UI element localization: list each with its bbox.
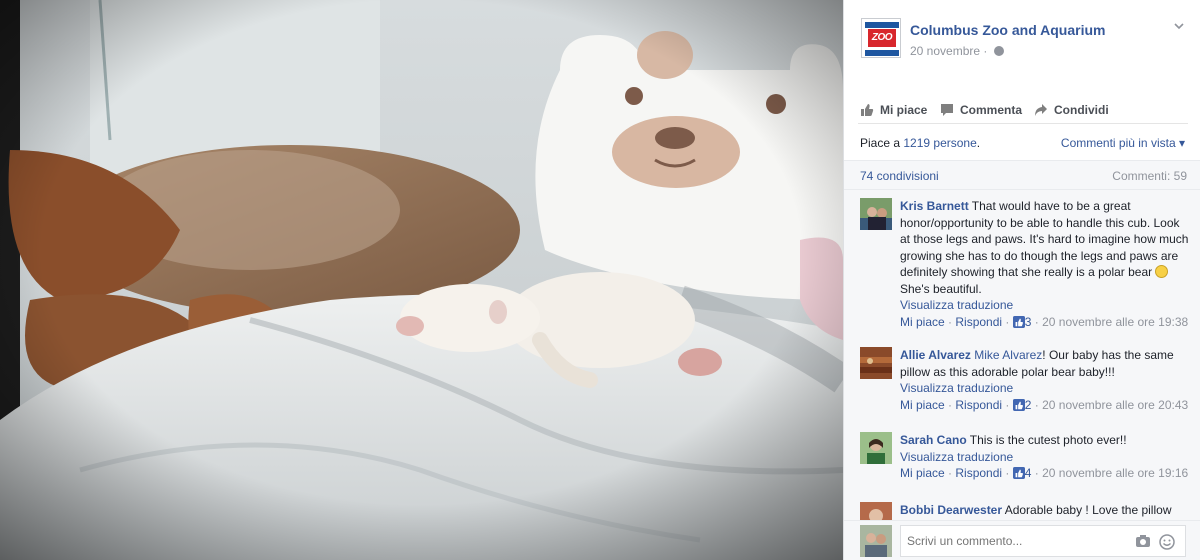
comment-author-link[interactable]: Kris Barnett bbox=[900, 199, 969, 213]
comments-count: Commenti: 59 bbox=[1112, 169, 1187, 183]
page-avatar[interactable]: ZOO bbox=[861, 18, 901, 58]
share-button[interactable]: Condividi bbox=[1034, 103, 1109, 117]
comment-reply-link[interactable]: Rispondi bbox=[955, 315, 1002, 329]
post-photo[interactable] bbox=[0, 0, 843, 560]
sticker-icon[interactable] bbox=[1159, 534, 1175, 553]
smiley-icon bbox=[1155, 265, 1169, 278]
see-translation-link[interactable]: Visualizza traduzione bbox=[900, 380, 1190, 397]
thumbs-up-icon bbox=[861, 104, 874, 116]
globe-icon bbox=[993, 46, 1004, 56]
comment-text-end: She's beautiful. bbox=[900, 281, 982, 296]
post-timestamp[interactable]: 20 novembre · bbox=[910, 44, 1004, 58]
post-actions-bar: Mi piace Commenta Condividi bbox=[858, 100, 1188, 124]
comment-input[interactable] bbox=[901, 526, 1131, 556]
polar-bear-cub-photo bbox=[0, 0, 843, 560]
comment-author-link[interactable]: Sarah Cano bbox=[900, 433, 967, 447]
comment-like-count[interactable]: 3 bbox=[1025, 315, 1032, 329]
comment-author-link[interactable]: Allie Alvarez bbox=[900, 348, 971, 362]
like-button[interactable]: Mi piace bbox=[860, 103, 927, 117]
current-user-avatar bbox=[860, 525, 892, 557]
comment-time[interactable]: 20 novembre alle ore 20:43 bbox=[1042, 398, 1188, 412]
logo-stripe-bottom bbox=[865, 50, 899, 56]
commenter-avatar[interactable] bbox=[860, 502, 892, 520]
likes-suffix: . bbox=[976, 136, 981, 150]
comments-list[interactable]: Kris Barnett That would have to be a gre… bbox=[844, 190, 1200, 520]
comment-meta: Mi piace · Rispondi · 3 · 20 novembre al… bbox=[900, 314, 1189, 329]
zoo-logo: ZOO bbox=[868, 29, 896, 47]
share-label: Condividi bbox=[1054, 103, 1109, 117]
comment-like-link[interactable]: Mi piace bbox=[900, 466, 945, 480]
caret-down-icon: ▾ bbox=[1178, 136, 1185, 150]
comment-button[interactable]: Commenta bbox=[940, 103, 1022, 117]
commenter-avatar[interactable] bbox=[860, 198, 892, 230]
date-separator: · bbox=[983, 44, 988, 58]
post-side-panel: ZOO Columbus Zoo and Aquarium 20 novembr… bbox=[843, 0, 1200, 560]
page-name-link[interactable]: Columbus Zoo and Aquarium bbox=[910, 22, 1105, 38]
thumbs-up-icon bbox=[1012, 398, 1025, 411]
sort-label: Commenti più in vista bbox=[1060, 136, 1176, 150]
comment-author-link[interactable]: Bobbi Dearwester bbox=[900, 503, 1002, 517]
shares-link[interactable]: 74 condivisioni bbox=[860, 169, 939, 183]
likes-prefix: Piace a bbox=[860, 136, 904, 150]
comment-text: This is the cutest photo ever!! bbox=[966, 433, 1127, 447]
comment-field[interactable] bbox=[900, 525, 1186, 557]
commenter-avatar[interactable] bbox=[860, 347, 892, 379]
see-translation-link[interactable]: Visualizza traduzione bbox=[900, 297, 1190, 314]
commenter-avatar[interactable] bbox=[860, 432, 892, 464]
comment-like-link[interactable]: Mi piace bbox=[900, 315, 945, 329]
comment-label: Commenta bbox=[960, 103, 1023, 117]
likes-summary: Piace a 1219 persone. Commenti più in vi… bbox=[860, 136, 1185, 150]
thumbs-up-icon bbox=[1012, 467, 1025, 479]
likes-count-link[interactable]: 1219 persone bbox=[903, 136, 976, 150]
comment-like-count[interactable]: 2 bbox=[1025, 398, 1032, 412]
comment-icon bbox=[941, 104, 953, 116]
comment-meta: Mi piace · Rispondi · 4 · 20 novembre al… bbox=[900, 466, 1189, 480]
comment-composer bbox=[844, 520, 1200, 560]
shares-row: 74 condivisioni Commenti: 59 bbox=[844, 160, 1200, 190]
share-arrow-icon bbox=[1035, 104, 1047, 116]
comment-meta: Mi piace · Rispondi · 2 · 20 novembre al… bbox=[900, 397, 1189, 412]
comment-reply-link[interactable]: Rispondi bbox=[955, 398, 1002, 412]
post-header: ZOO Columbus Zoo and Aquarium 20 novembr… bbox=[844, 0, 1200, 92]
comment-like-count[interactable]: 4 bbox=[1025, 466, 1032, 480]
comment-time[interactable]: 20 novembre alle ore 19:16 bbox=[1042, 466, 1188, 480]
camera-icon[interactable] bbox=[1135, 534, 1151, 551]
logo-stripe-top bbox=[865, 22, 899, 28]
see-translation-link[interactable]: Visualizza traduzione bbox=[900, 449, 1190, 466]
like-label: Mi piace bbox=[880, 103, 928, 117]
post-date-text: 20 novembre bbox=[910, 44, 981, 58]
comment-time[interactable]: 20 novembre alle ore 19:38 bbox=[1042, 315, 1188, 329]
chevron-down-icon[interactable] bbox=[1173, 20, 1185, 32]
comment-like-link[interactable]: Mi piace bbox=[900, 398, 945, 412]
thumbs-up-icon bbox=[1012, 315, 1025, 328]
comment-text: Adorable baby ! Love the pillow bbox=[1002, 503, 1172, 517]
comment-sort-dropdown[interactable]: Commenti più in vista ▾ bbox=[1061, 136, 1185, 150]
comment-reply-link[interactable]: Rispondi bbox=[955, 466, 1002, 480]
mention-link[interactable]: Mike Alvarez bbox=[974, 348, 1042, 362]
